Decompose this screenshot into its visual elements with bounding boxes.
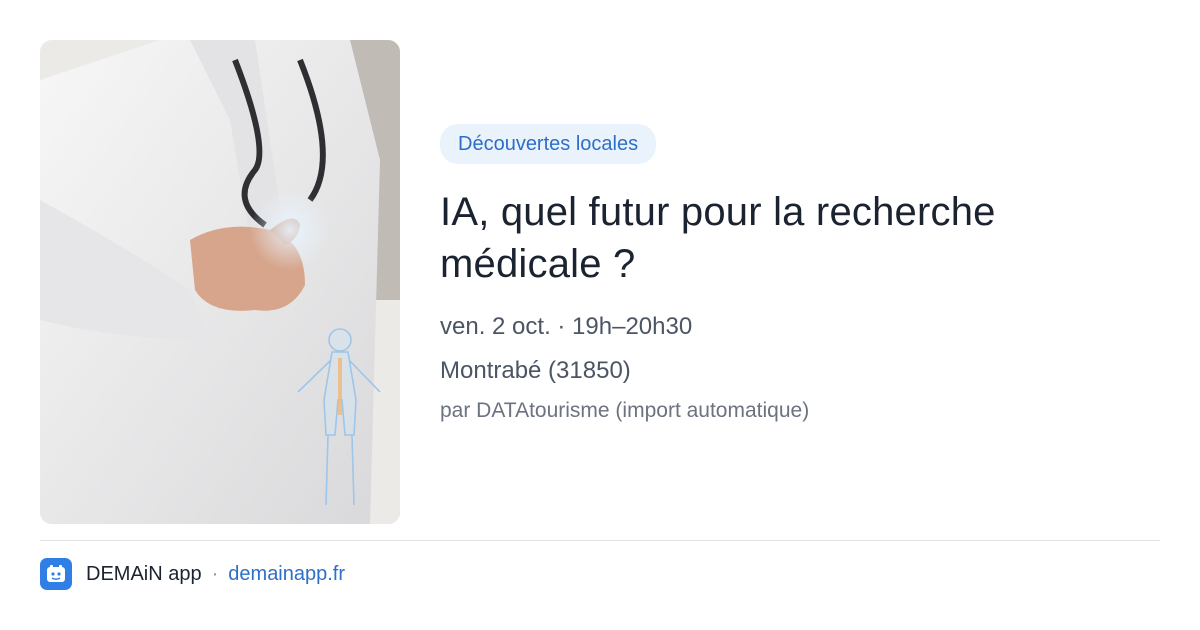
event-image: [40, 40, 400, 524]
event-title[interactable]: IA, quel futur pour la recherche médical…: [440, 186, 1160, 290]
event-share-card: Découvertes locales IA, quel futur pour …: [0, 0, 1200, 630]
app-footer: DEMAiN app · demainapp.fr: [40, 557, 345, 591]
category-badge[interactable]: Découvertes locales: [440, 124, 657, 164]
event-details: Découvertes locales IA, quel futur pour …: [440, 124, 1160, 424]
app-website-link[interactable]: demainapp.fr: [228, 562, 345, 586]
event-location: Montrabé (31850): [440, 357, 631, 384]
footer-separator: ·: [211, 563, 219, 585]
event-date-time: ven. 2 oct. · 19h–20h30: [440, 313, 693, 340]
app-name: DEMAiN app: [86, 563, 202, 585]
demain-logo-icon: [40, 558, 72, 590]
event-source: par DATAtourisme (import automatique): [440, 399, 810, 422]
footer-divider: [40, 540, 1160, 541]
